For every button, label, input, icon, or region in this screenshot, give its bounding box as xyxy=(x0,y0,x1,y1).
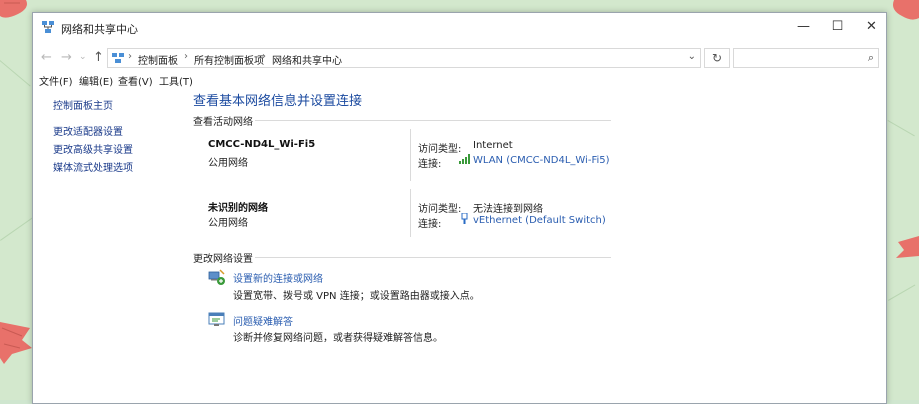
active-networks-header: 查看活动网络 xyxy=(193,117,253,128)
menu-view[interactable]: 查看(V) xyxy=(118,73,153,88)
network-type: 公用网络 xyxy=(208,158,248,169)
network-type: 公用网络 xyxy=(208,218,248,229)
address-row: ← → ⌄ ↑ › 控制面板 › 所有控制面板项 › 网络和共享中心 ⌄ ↻ ⌕ xyxy=(33,44,886,72)
control-panel-icon xyxy=(112,53,124,63)
network-center-icon xyxy=(42,21,54,33)
column-divider xyxy=(410,129,411,181)
address-dropdown-icon[interactable]: ⌄ xyxy=(688,51,696,62)
sidebar-item-media-streaming[interactable]: 媒体流式处理选项 xyxy=(53,159,133,174)
recent-dropdown-icon[interactable]: ⌄ xyxy=(79,52,87,62)
sidebar-item-advanced-sharing[interactable]: 更改高级共享设置 xyxy=(53,141,133,156)
troubleshoot-icon xyxy=(208,312,225,326)
setup-connection-description: 设置宽带、拨号或 VPN 连接；或设置路由器或接入点。 xyxy=(233,291,480,302)
back-arrow-icon[interactable]: ← xyxy=(41,50,52,65)
menu-edit[interactable]: 编辑(E) xyxy=(79,73,113,88)
network-name: 未识别的网络 xyxy=(208,203,268,214)
minimize-button[interactable]: — xyxy=(787,13,820,43)
section-divider xyxy=(255,120,611,121)
vethernet-connection-link[interactable]: vEthernet (Default Switch) xyxy=(473,215,606,226)
refresh-button[interactable]: ↻ xyxy=(704,48,730,68)
flower-petal-decoration xyxy=(896,236,919,258)
network-name: CMCC-ND4L_Wi-Fi5 xyxy=(208,139,316,150)
wifi-signal-icon xyxy=(459,154,470,164)
column-divider xyxy=(410,189,411,237)
title-bar[interactable]: 网络和共享中心 — ☐ ✕ xyxy=(33,13,886,43)
setup-connection-link[interactable]: 设置新的连接或网络 xyxy=(233,270,323,285)
flower-petal-decoration xyxy=(0,0,27,18)
network-sharing-center-window: 网络和共享中心 — ☐ ✕ ← → ⌄ ↑ › 控制面板 › 所有控制面板项 ›… xyxy=(32,12,887,404)
troubleshoot-description: 诊断并修复网络问题，或者获得疑难解答信息。 xyxy=(233,333,443,344)
close-button[interactable]: ✕ xyxy=(855,13,888,43)
breadcrumb-separator: › xyxy=(184,51,188,62)
maximize-button[interactable]: ☐ xyxy=(821,13,854,43)
access-type-label: 访问类型: xyxy=(418,204,462,215)
flower-petal-decoration xyxy=(893,0,919,20)
troubleshoot-link[interactable]: 问题疑难解答 xyxy=(233,313,293,328)
sidebar-item-adapter-settings[interactable]: 更改适配器设置 xyxy=(53,123,123,138)
menu-tools[interactable]: 工具(T) xyxy=(159,73,193,88)
connection-label: 连接: xyxy=(418,219,442,230)
sidebar-control-panel-home[interactable]: 控制面板主页 xyxy=(53,97,113,112)
window-title: 网络和共享中心 xyxy=(61,23,138,36)
breadcrumb-separator: › xyxy=(128,51,132,62)
ethernet-icon xyxy=(461,213,468,224)
change-settings-header: 更改网络设置 xyxy=(193,254,253,265)
search-icon: ⌕ xyxy=(867,51,874,64)
wlan-connection-link[interactable]: WLAN (CMCC-ND4L_Wi-Fi5) xyxy=(473,155,610,166)
search-input[interactable]: ⌕ xyxy=(733,48,879,68)
page-title: 查看基本网络信息并设置连接 xyxy=(193,94,363,109)
access-type-value: 无法连接到网络 xyxy=(473,204,543,215)
breadcrumb-control-panel[interactable]: 控制面板 xyxy=(138,52,178,67)
access-type-value: Internet xyxy=(473,140,513,151)
menu-bar: 文件(F) 编辑(E) 查看(V) 工具(T) xyxy=(33,71,886,89)
up-arrow-icon[interactable]: ↑ xyxy=(93,50,104,65)
forward-arrow-icon[interactable]: → xyxy=(61,50,72,65)
breadcrumb-all-items[interactable]: 所有控制面板项 xyxy=(194,52,264,67)
address-bar[interactable]: › 控制面板 › 所有控制面板项 › 网络和共享中心 ⌄ xyxy=(107,48,701,68)
connection-label: 连接: xyxy=(418,159,442,170)
section-divider xyxy=(255,257,611,258)
menu-file[interactable]: 文件(F) xyxy=(39,73,73,88)
breadcrumb-separator: › xyxy=(262,51,266,62)
flower-petal-decoration xyxy=(0,322,32,364)
new-connection-icon xyxy=(208,269,225,285)
access-type-label: 访问类型: xyxy=(418,144,462,155)
breadcrumb-network-center[interactable]: 网络和共享中心 xyxy=(272,52,342,67)
